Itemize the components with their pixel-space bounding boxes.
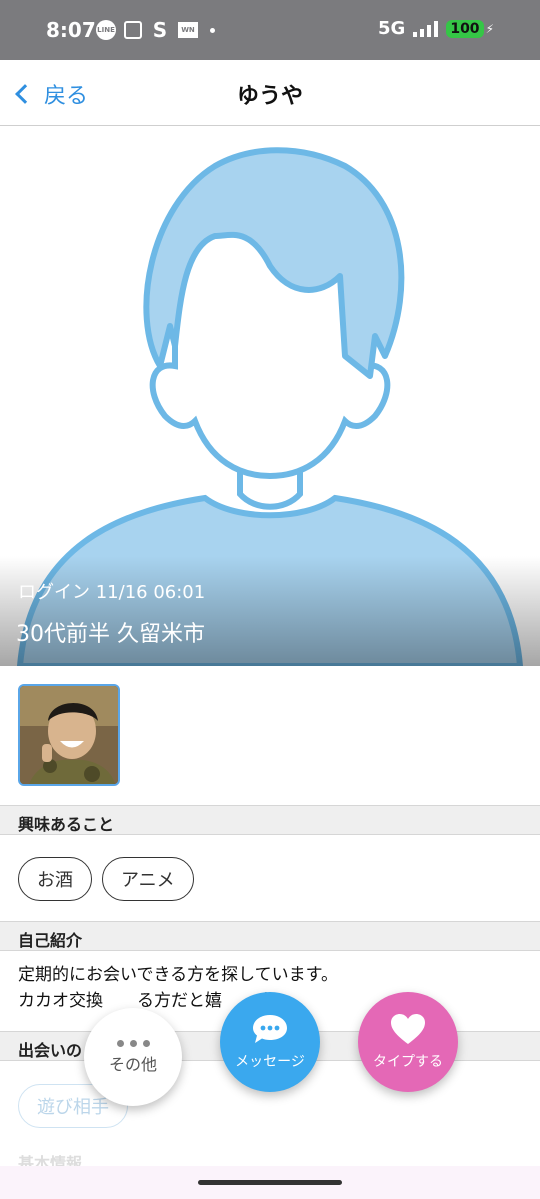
status-bar: 8:07 LINE S WN 5G 100 ⚡ (0, 0, 540, 60)
home-indicator[interactable] (198, 1180, 342, 1185)
interest-tag[interactable]: アニメ (102, 857, 194, 901)
s-app-icon: S (152, 18, 168, 42)
interests-tags: お酒 アニメ (18, 857, 194, 901)
age-and-city: 30代前半 久留米市 (16, 622, 205, 647)
notification-icons: LINE S WN (96, 18, 215, 42)
message-label: メッセージ (235, 1054, 305, 1070)
last-login: ログイン 11/16 06:01 (18, 582, 206, 603)
status-time: 8:07 (46, 18, 96, 42)
battery-icon: 100 (446, 19, 484, 38)
other-label: その他 (108, 1054, 157, 1074)
signal-icon (413, 20, 439, 37)
heart-icon (391, 1014, 425, 1044)
interests-header: 興味あること (0, 805, 540, 835)
message-button[interactable]: メッセージ (220, 992, 320, 1092)
nav-bar: 戻る ゆうや (0, 60, 540, 126)
other-button[interactable]: その他 (84, 1008, 182, 1106)
like-button[interactable]: タイプする (358, 992, 458, 1092)
more-notifications-dot-icon (210, 27, 215, 33)
more-dots-icon (116, 1039, 150, 1047)
network-type: 5G (378, 18, 406, 39)
intro-line: 定期的にお会いできる方を探しています。 (18, 965, 338, 985)
status-right: 5G 100 ⚡ (378, 18, 494, 39)
profile-thumbnail[interactable] (18, 684, 120, 786)
interest-tag[interactable]: お酒 (18, 857, 92, 901)
line-app-icon: LINE (96, 20, 116, 40)
charging-icon: ⚡ (485, 21, 494, 36)
page-title: ゆうや (236, 84, 303, 109)
intro-header: 自己紹介 (0, 921, 540, 951)
chat-bubble-icon (253, 1015, 287, 1043)
like-label: タイプする (373, 1054, 443, 1070)
user-photo-icon (20, 686, 118, 784)
photo-overlay (0, 556, 540, 666)
wn-app-icon: WN (178, 22, 198, 38)
profile-main-photo[interactable]: ログイン 11/16 06:01 30代前半 久留米市 (0, 126, 540, 666)
photo-notification-icon (124, 21, 142, 39)
